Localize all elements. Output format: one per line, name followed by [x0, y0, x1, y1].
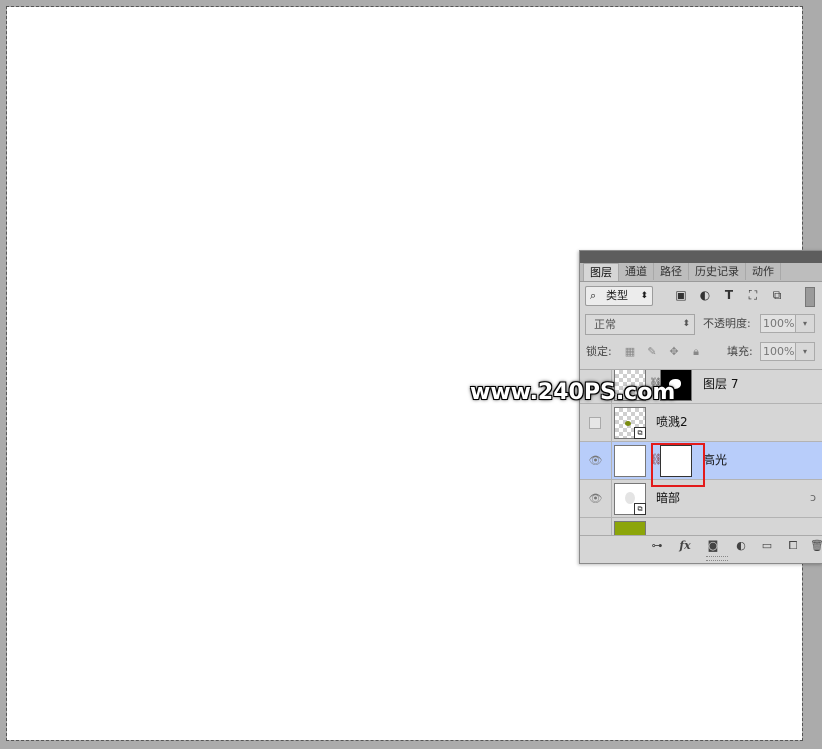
adjustment-filter-icon[interactable]: ◐ [698, 288, 712, 302]
opacity-label: 不透明度: [703, 317, 751, 330]
opacity-dropdown[interactable]: ▾ [795, 314, 815, 333]
image-filter-icon[interactable]: ▣ [674, 288, 688, 302]
smart-object-icon: ⧉ [634, 503, 646, 515]
adjustment-layer-icon[interactable]: ◐ [734, 539, 748, 553]
watermark: www.240PS.com [470, 380, 676, 405]
fx-icon[interactable]: fx [678, 539, 692, 553]
layer-name[interactable]: 喷溅2 [656, 404, 688, 441]
fill-label: 填充: [727, 345, 753, 358]
link-layers-icon[interactable]: ⊶ [650, 539, 664, 553]
tab-paths[interactable]: 路径 [654, 263, 689, 280]
blend-mode-value: 正常 [594, 318, 616, 331]
lock-move-icon[interactable]: ✥ [668, 346, 680, 358]
chevron-updown-icon: ⬍ [640, 291, 648, 301]
chevron-updown-icon: ⬍ [682, 319, 690, 329]
filter-type-label: 类型 [606, 289, 628, 302]
layer-thumbnail [614, 445, 646, 477]
eye-icon[interactable]: 👁︎ [580, 480, 612, 517]
new-layer-icon[interactable]: ⧠ [786, 539, 800, 553]
search-icon: ⌕ [590, 289, 597, 302]
visibility-toggle[interactable] [580, 518, 612, 535]
shape-filter-icon[interactable]: ⛶ [746, 288, 760, 302]
eye-icon[interactable]: 👁︎ [580, 442, 612, 479]
filter-toggle[interactable] [805, 287, 815, 307]
lock-label: 锁定: [586, 345, 612, 358]
highlight-box [651, 443, 705, 487]
layer-thumbnail [614, 521, 646, 535]
trash-icon[interactable]: 🗑︎ [810, 539, 822, 553]
style-effect-icon[interactable]: ↄ [810, 491, 816, 504]
filter-type-select[interactable]: ⌕ 类型 ⬍ [585, 286, 653, 306]
add-mask-icon[interactable]: ◙ [706, 539, 720, 553]
type-filter-icon[interactable]: T [722, 288, 736, 302]
folder-icon[interactable]: ▭ [760, 539, 774, 553]
resize-grip[interactable] [706, 556, 728, 561]
blend-row: 正常 ⬍ 不透明度: 100% ▾ [580, 310, 822, 338]
layers-panel: 图层 通道 路径 历史记录 动作 ⌕ 类型 ⬍ ▣ ◐ T ⛶ ⧉ 正常 ⬍ 不… [579, 250, 822, 564]
smart-object-filter-icon[interactable]: ⧉ [770, 288, 784, 302]
tab-actions[interactable]: 动作 [746, 263, 781, 280]
layer-row[interactable]: ⧉ 喷溅2 [580, 404, 822, 442]
lock-all-icon[interactable]: 🔒︎ [690, 346, 702, 358]
layer-thumbnail: ⧉ [614, 407, 646, 439]
visibility-toggle[interactable] [580, 404, 612, 441]
fill-dropdown[interactable]: ▾ [795, 342, 815, 361]
smart-object-icon: ⧉ [634, 427, 646, 439]
tab-channels[interactable]: 通道 [619, 263, 654, 280]
filter-row: ⌕ 类型 ⬍ ▣ ◐ T ⛶ ⧉ [580, 282, 822, 310]
panel-tabs: 图层 通道 路径 历史记录 动作 [580, 263, 822, 282]
layer-thumbnail: ⧉ [614, 483, 646, 515]
lock-transparent-icon[interactable]: ▦ [624, 346, 636, 358]
panel-titlebar[interactable] [580, 251, 822, 263]
lock-row: 锁定: ▦ ✎ ✥ 🔒︎ 填充: 100% ▾ [580, 338, 822, 366]
layer-name[interactable]: 高光 [703, 442, 727, 479]
tab-history[interactable]: 历史记录 [689, 263, 746, 280]
panel-footer: ⊶ fx ◙ ◐ ▭ ⧠ 🗑︎ [580, 535, 822, 556]
layer-row[interactable] [580, 518, 822, 535]
blend-mode-select[interactable]: 正常 ⬍ [585, 314, 695, 335]
lock-brush-icon[interactable]: ✎ [646, 346, 658, 358]
opacity-input[interactable]: 100% [760, 314, 796, 333]
fill-input[interactable]: 100% [760, 342, 796, 361]
tab-layers[interactable]: 图层 [583, 263, 619, 281]
layer-name[interactable]: 图层 7 [703, 370, 738, 403]
